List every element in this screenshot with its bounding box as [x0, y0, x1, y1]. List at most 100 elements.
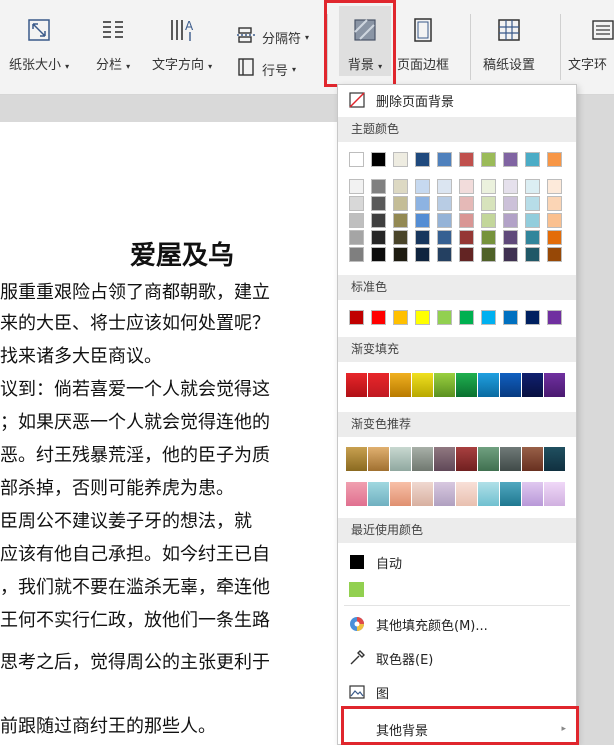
theme-shade-swatch[interactable]	[371, 213, 386, 228]
theme-shade-swatch[interactable]	[437, 179, 452, 194]
gradient-fill-swatch[interactable]	[434, 373, 455, 397]
gradient-fill-swatch[interactable]	[544, 373, 565, 397]
theme-shade-swatch[interactable]	[481, 213, 496, 228]
eyedropper-item[interactable]: 取色器(E)	[338, 644, 576, 672]
theme-shade-swatch[interactable]	[437, 230, 452, 245]
theme-shade-swatch[interactable]	[547, 230, 562, 245]
theme-color-swatch[interactable]	[547, 152, 562, 167]
theme-shade-swatch[interactable]	[393, 247, 408, 262]
theme-shade-swatch[interactable]	[525, 196, 540, 211]
theme-shade-swatch[interactable]	[547, 196, 562, 211]
gradient-recommend-swatch[interactable]	[500, 482, 521, 506]
theme-shade-swatch[interactable]	[415, 196, 430, 211]
theme-shade-swatch[interactable]	[415, 213, 430, 228]
theme-shade-swatch[interactable]	[393, 230, 408, 245]
theme-shade-swatch[interactable]	[349, 196, 364, 211]
theme-shade-swatch[interactable]	[547, 179, 562, 194]
gradient-fill-swatch[interactable]	[456, 373, 477, 397]
theme-shade-swatch[interactable]	[481, 247, 496, 262]
standard-color-swatch[interactable]	[437, 310, 452, 325]
gradient-fill-swatch[interactable]	[500, 373, 521, 397]
theme-shade-swatch[interactable]	[349, 247, 364, 262]
standard-color-swatch[interactable]	[547, 310, 562, 325]
theme-color-swatch[interactable]	[349, 152, 364, 167]
theme-shade-swatch[interactable]	[503, 213, 518, 228]
text-direction-button[interactable]: A 文字方向 ▾	[152, 16, 212, 73]
standard-color-swatch[interactable]	[415, 310, 430, 325]
paper-size-button[interactable]: 纸张大小 ▾	[9, 16, 69, 73]
gradient-recommend-swatch[interactable]	[456, 482, 477, 506]
theme-color-swatch[interactable]	[525, 152, 540, 167]
theme-shade-swatch[interactable]	[349, 179, 364, 194]
standard-color-swatch[interactable]	[503, 310, 518, 325]
gradient-recommend-swatch[interactable]	[346, 447, 367, 471]
gradient-recommend-swatch[interactable]	[478, 447, 499, 471]
theme-shade-swatch[interactable]	[437, 196, 452, 211]
page-border-button[interactable]: 页面边框	[397, 16, 449, 73]
recent-color-swatch[interactable]	[349, 582, 364, 597]
theme-shade-swatch[interactable]	[415, 230, 430, 245]
theme-shade-swatch[interactable]	[349, 230, 364, 245]
theme-shade-swatch[interactable]	[503, 230, 518, 245]
standard-color-swatch[interactable]	[481, 310, 496, 325]
gradient-recommend-swatch[interactable]	[544, 447, 565, 471]
theme-shade-swatch[interactable]	[525, 230, 540, 245]
gradient-recommend-swatch[interactable]	[390, 482, 411, 506]
theme-color-swatch[interactable]	[503, 152, 518, 167]
gradient-recommend-swatch[interactable]	[500, 447, 521, 471]
gradient-fill-swatch[interactable]	[368, 373, 389, 397]
theme-shade-swatch[interactable]	[459, 247, 474, 262]
theme-shade-swatch[interactable]	[459, 230, 474, 245]
theme-color-swatch[interactable]	[393, 152, 408, 167]
gradient-recommend-swatch[interactable]	[346, 482, 367, 506]
theme-shade-swatch[interactable]	[481, 196, 496, 211]
text-wrap-button[interactable]: 文字环	[568, 16, 614, 73]
remove-page-background-item[interactable]: 删除页面背景	[338, 86, 576, 114]
gradient-fill-swatch[interactable]	[412, 373, 433, 397]
theme-color-swatch[interactable]	[371, 152, 386, 167]
theme-shade-swatch[interactable]	[525, 247, 540, 262]
theme-shade-swatch[interactable]	[393, 196, 408, 211]
standard-color-swatch[interactable]	[393, 310, 408, 325]
theme-color-swatch[interactable]	[459, 152, 474, 167]
gradient-recommend-swatch[interactable]	[478, 482, 499, 506]
theme-shade-swatch[interactable]	[525, 213, 540, 228]
gradient-fill-swatch[interactable]	[390, 373, 411, 397]
theme-shade-swatch[interactable]	[503, 247, 518, 262]
auto-color-item[interactable]: 自动	[338, 548, 576, 576]
manuscript-button[interactable]: 稿纸设置	[483, 16, 535, 73]
columns-button[interactable]: 分栏 ▾	[96, 16, 130, 73]
theme-shade-swatch[interactable]	[437, 213, 452, 228]
gradient-recommend-swatch[interactable]	[368, 447, 389, 471]
theme-shade-swatch[interactable]	[525, 179, 540, 194]
gradient-fill-swatch[interactable]	[522, 373, 543, 397]
theme-shade-swatch[interactable]	[393, 213, 408, 228]
theme-shade-swatch[interactable]	[415, 247, 430, 262]
theme-shade-swatch[interactable]	[393, 179, 408, 194]
gradient-recommend-swatch[interactable]	[434, 482, 455, 506]
theme-shade-swatch[interactable]	[547, 213, 562, 228]
standard-color-swatch[interactable]	[525, 310, 540, 325]
theme-shade-swatch[interactable]	[371, 196, 386, 211]
theme-shade-swatch[interactable]	[547, 247, 562, 262]
gradient-recommend-swatch[interactable]	[434, 447, 455, 471]
gradient-recommend-swatch[interactable]	[412, 482, 433, 506]
theme-color-swatch[interactable]	[437, 152, 452, 167]
theme-shade-swatch[interactable]	[503, 196, 518, 211]
theme-shade-swatch[interactable]	[371, 247, 386, 262]
theme-shade-swatch[interactable]	[459, 213, 474, 228]
document-page[interactable]: 爱屋及乌 服重重艰险占领了商都朝歌，建立 来的大臣、将士应该如何处置呢？ 找来诸…	[0, 122, 346, 745]
theme-shade-swatch[interactable]	[503, 179, 518, 194]
theme-shade-swatch[interactable]	[371, 230, 386, 245]
gradient-recommend-swatch[interactable]	[368, 482, 389, 506]
gradient-fill-swatch[interactable]	[478, 373, 499, 397]
gradient-recommend-swatch[interactable]	[522, 482, 543, 506]
more-fill-colors-item[interactable]: 其他填充颜色(M)...	[338, 610, 576, 638]
line-numbers-button[interactable]: 行号 ▾	[236, 58, 296, 80]
theme-shade-swatch[interactable]	[481, 179, 496, 194]
theme-shade-swatch[interactable]	[459, 179, 474, 194]
theme-color-swatch[interactable]	[415, 152, 430, 167]
picture-background-item[interactable]: 图	[338, 678, 576, 706]
standard-color-swatch[interactable]	[349, 310, 364, 325]
gradient-recommend-swatch[interactable]	[412, 447, 433, 471]
